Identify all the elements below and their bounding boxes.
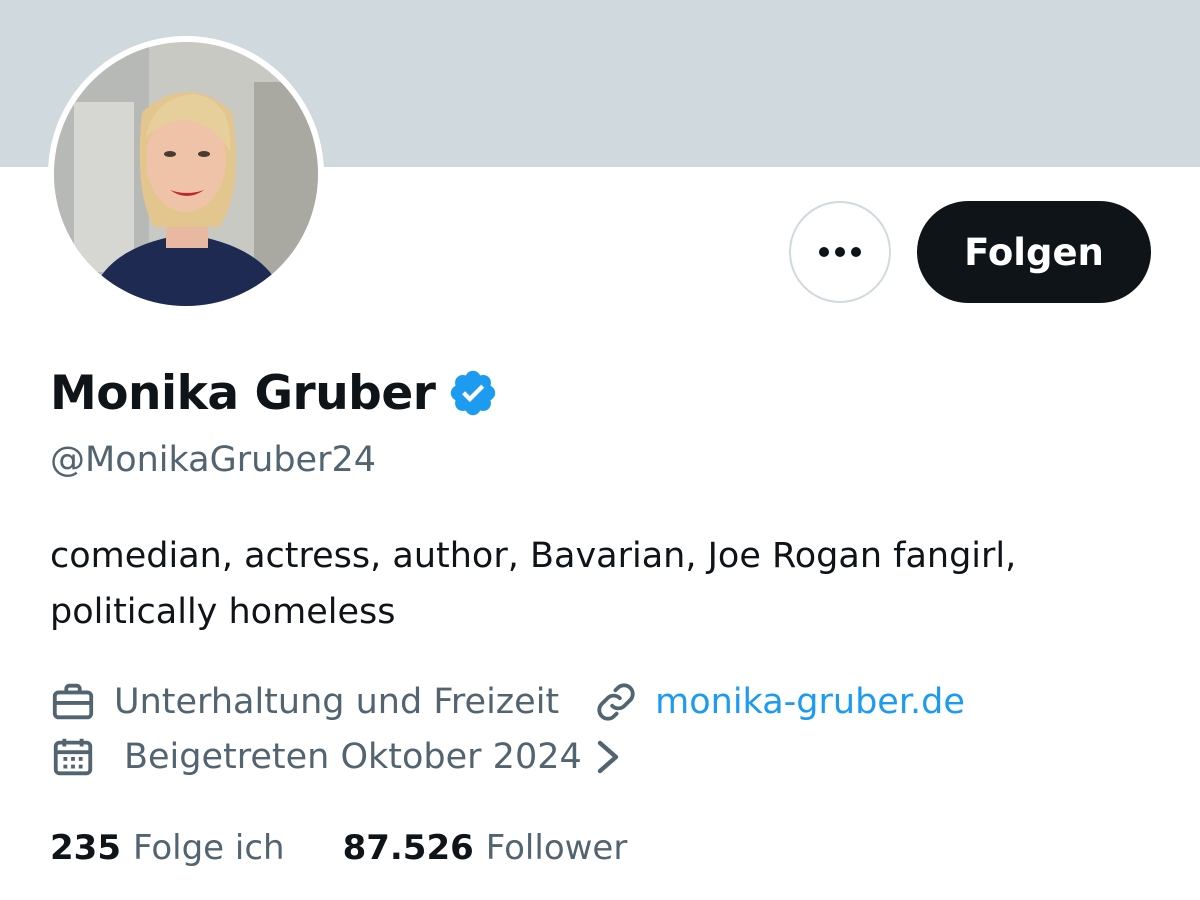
briefcase-icon — [52, 683, 94, 720]
profile-meta-row: Beigetreten Oktober 2024 — [50, 730, 624, 784]
bio-line: politically homeless — [50, 592, 396, 632]
profile-meta-row: Unterhaltung und Freizeit monika-gruber.… — [50, 675, 965, 729]
following-count: 235 — [50, 828, 121, 868]
followers-label: Follower — [485, 828, 628, 868]
verified-badge-icon[interactable] — [447, 367, 499, 419]
profile-category: Unterhaltung und Freizeit — [114, 682, 560, 722]
follow-button[interactable]: Folgen — [917, 201, 1151, 303]
following-stat[interactable]: 235 Folge ich — [50, 828, 285, 868]
avatar-image — [54, 42, 318, 306]
profile-name: Monika Gruber — [50, 365, 436, 421]
calendar-icon — [53, 738, 93, 776]
profile-joined: Beigetreten Oktober 2024 — [124, 737, 582, 777]
profile-handle: @MonikaGruber24 — [50, 440, 376, 480]
link-icon — [597, 683, 635, 721]
more-options-button[interactable] — [789, 201, 891, 303]
more-horizontal-icon — [819, 247, 861, 257]
profile-name-row: Monika Gruber — [50, 358, 499, 428]
followers-stat[interactable]: 87.526 Follower — [343, 828, 628, 868]
bio-line: comedian, actress, author, Bavarian, Joe… — [50, 536, 1017, 576]
followers-count: 87.526 — [342, 828, 474, 868]
following-label: Folge ich — [132, 828, 285, 868]
avatar[interactable] — [48, 36, 324, 312]
profile-stats: 235 Folge ich 87.526 Follower — [50, 820, 627, 876]
chevron-right-icon[interactable] — [594, 737, 624, 777]
profile-website-link[interactable]: monika-gruber.de — [655, 682, 965, 722]
profile-bio: comedian, actress, author, Bavarian, Joe… — [50, 528, 1160, 640]
